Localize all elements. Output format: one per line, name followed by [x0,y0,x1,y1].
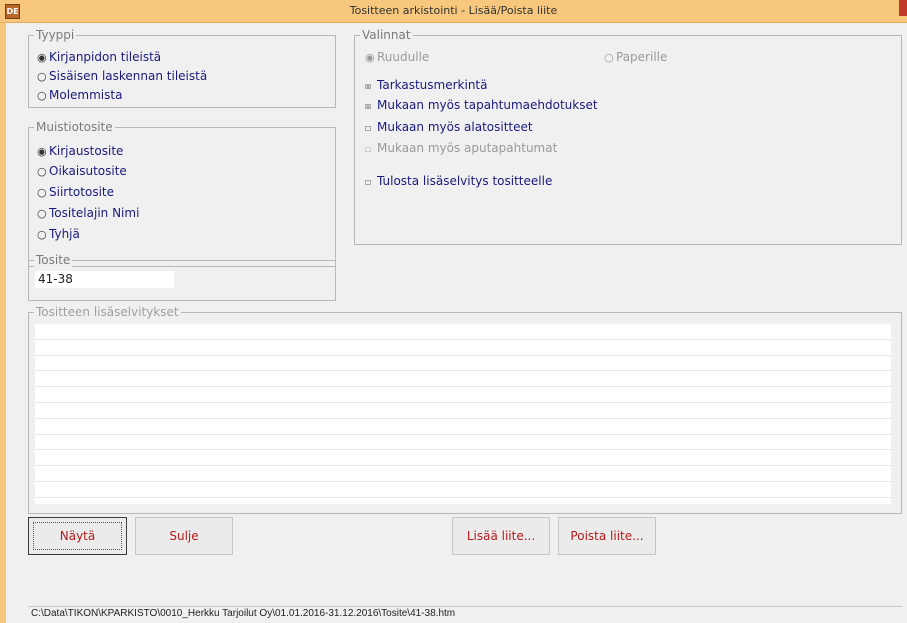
checkbox-label: Mukaan myös alatositteet [377,120,533,134]
poista-liite-button-label: Poista liite... [570,529,644,543]
radio-label: Siirtotosite [49,185,114,199]
tyyppi-legend: Tyyppi [34,28,77,42]
dialog-client-area: Tyyppi ◉ Kirjanpidon tileistä ○ Sisäisen l… [6,23,907,623]
radio-tyhja[interactable]: ○ Tyhjä [37,227,80,242]
radio-sisaisen-laskennan-tileista[interactable]: ○ Sisäisen laskennan tileistä [37,69,207,84]
muistiotosite-group: Muistiotosite ◉ Kirjaustosite ○ Oikaisutos… [28,120,336,267]
radio-kirjanpidon-tileista[interactable]: ◉ Kirjanpidon tileistä [37,50,161,65]
radio-empty-icon: ○ [37,228,47,241]
checkbox-label: Mukaan myös aputapahtumat [377,141,558,155]
tosite-group: Tosite 41-38 [28,253,336,301]
window-title: Tositteen arkistointi - Lisää/Poista lii… [349,4,558,17]
radio-empty-icon: ○ [37,89,47,102]
lisaselvitykset-group: Tositteen lisäselvitykset [28,305,902,514]
radio-label: Ruudulle [377,50,430,64]
radio-selected-icon: ◉ [37,145,47,158]
radio-empty-icon: ○ [37,70,47,83]
radio-siirtotosite[interactable]: ○ Siirtotosite [37,185,114,200]
lisaselvitykset-legend: Tositteen lisäselvitykset [34,305,181,319]
checkbox-label: Mukaan myös tapahtumaehdotukset [377,98,598,112]
checkbox-empty-icon: ☐ [365,144,372,155]
lisaselvitykset-textarea[interactable] [35,324,891,504]
tosite-legend: Tosite [34,253,73,267]
radio-label: Tyhjä [49,227,80,241]
radio-kirjaustosite[interactable]: ◉ Kirjaustosite [37,144,123,159]
poista-liite-button[interactable]: Poista liite... [558,517,656,555]
checkbox-aputapahtumat[interactable]: ☐ Mukaan myös aputapahtumat [365,141,557,157]
radio-empty-icon: ○ [37,207,47,220]
checkbox-checked-icon: ☒ [365,101,372,112]
checkbox-tarkastusmerkinta[interactable]: ☒ Tarkastusmerkintä [365,78,488,94]
muistiotosite-legend: Muistiotosite [34,120,115,134]
radio-molemmista[interactable]: ○ Molemmista [37,88,122,103]
status-path: C:\Data\TIKON\KPARKISTO\0010_Herkku Tarj… [28,606,902,620]
radio-empty-icon: ○ [37,165,47,178]
radio-label: Molemmista [49,88,123,102]
title-bar: DE Tositteen arkistointi - Lisää/Poista … [0,0,907,23]
sulje-button[interactable]: Sulje [135,517,233,555]
radio-empty-icon: ○ [37,186,47,199]
radio-oikaisutosite[interactable]: ○ Oikaisutosite [37,164,127,179]
radio-selected-icon: ◉ [365,51,375,64]
tosite-number-field[interactable]: 41-38 [35,271,174,288]
tyyppi-group: Tyyppi ◉ Kirjanpidon tileistä ○ Sisäisen l… [28,28,336,108]
radio-label: Oikaisutosite [49,164,127,178]
lisaa-liite-button-label: Lisää liite... [466,529,536,543]
sulje-button-label: Sulje [169,529,199,543]
radio-tositelajin-nimi[interactable]: ○ Tositelajin Nimi [37,206,139,221]
checkbox-label: Tarkastusmerkintä [377,78,488,92]
valinnat-legend: Valinnat [360,28,413,42]
checkbox-alatositteet[interactable]: ☐ Mukaan myös alatositteet [365,120,533,136]
lisaa-liite-button[interactable]: Lisää liite... [452,517,550,555]
checkbox-empty-icon: ☐ [365,177,372,188]
nayta-button[interactable]: Näytä [28,517,127,555]
radio-label: Paperille [616,50,668,64]
checkbox-label: Tulosta lisäselvitys tositteelle [377,174,553,188]
radio-selected-icon: ◉ [37,51,47,64]
focus-rectangle [33,522,122,550]
checkbox-empty-icon: ☐ [365,123,372,134]
radio-paperille[interactable]: ○ Paperille [604,50,667,65]
radio-label: Kirjaustosite [49,144,124,158]
radio-label: Kirjanpidon tileistä [49,50,162,64]
checkbox-tapahtumaehdotukset[interactable]: ☒ Mukaan myös tapahtumaehdotukset [365,98,598,114]
radio-empty-icon: ○ [604,51,614,64]
valinnat-group: Valinnat ◉ Ruudulle ○ Paperille ☒ Tarkastus… [354,28,902,245]
radio-label: Tositelajin Nimi [49,206,140,220]
checkbox-checked-icon: ☒ [365,81,372,92]
checkbox-tulosta-lisaselvitys[interactable]: ☐ Tulosta lisäselvitys tositteelle [365,174,552,190]
radio-ruudulle[interactable]: ◉ Ruudulle [365,50,429,65]
radio-label: Sisäisen laskennan tileistä [49,69,208,83]
close-button[interactable] [899,0,907,16]
